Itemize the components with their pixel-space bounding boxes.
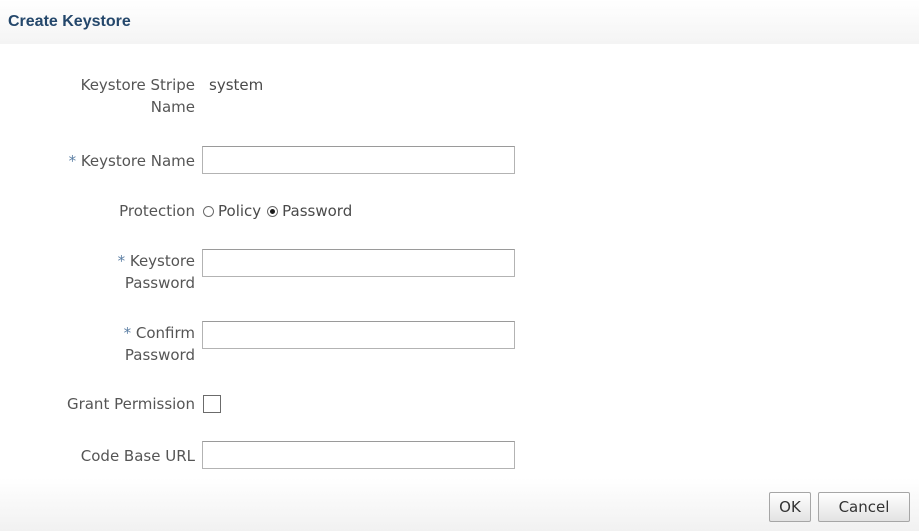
password-radio[interactable] (267, 205, 279, 217)
grant-permission-checkbox[interactable] (203, 395, 221, 413)
keystore-name-label: * Keystore Name (0, 150, 195, 172)
ok-button[interactable]: OK (769, 492, 811, 522)
keystore-password-label-line2: Password (124, 274, 195, 292)
protection-radio-group: Policy Password (203, 200, 358, 222)
confirm-password-label-line2: Password (124, 346, 195, 364)
keystore-stripe-name-value: system (209, 76, 264, 94)
cancel-button[interactable]: Cancel (818, 492, 910, 522)
keystore-name-input[interactable] (202, 146, 515, 174)
confirm-password-label-line1: Confirm (135, 324, 195, 342)
dialog-title-bar: Create Keystore (0, 0, 919, 44)
password-radio-label[interactable]: Password (282, 200, 352, 222)
required-marker: * (68, 152, 77, 170)
keystore-stripe-name-label-line1: Keystore Stripe (80, 76, 195, 94)
code-base-url-label: Code Base URL (80, 447, 195, 465)
required-marker: * (123, 324, 132, 342)
policy-radio-label[interactable]: Policy (218, 200, 261, 222)
keystore-password-label: * Keystore Password (0, 250, 195, 294)
keystore-name-label-text: Keystore Name (80, 152, 195, 170)
keystore-password-input[interactable] (202, 249, 515, 277)
keystore-stripe-name-label: Keystore Stripe Name (0, 74, 195, 118)
policy-radio[interactable] (203, 205, 214, 217)
code-base-url-input[interactable] (202, 441, 515, 469)
confirm-password-label: * Confirm Password (0, 322, 195, 366)
keystore-password-label-line1: Keystore (129, 252, 195, 270)
grant-permission-label: Grant Permission (66, 395, 195, 413)
confirm-password-input[interactable] (202, 321, 515, 349)
dialog-title: Create Keystore (8, 13, 131, 30)
keystore-stripe-name-label-line2: Name (150, 98, 195, 116)
protection-label: Protection (119, 202, 195, 220)
required-marker: * (117, 252, 126, 270)
